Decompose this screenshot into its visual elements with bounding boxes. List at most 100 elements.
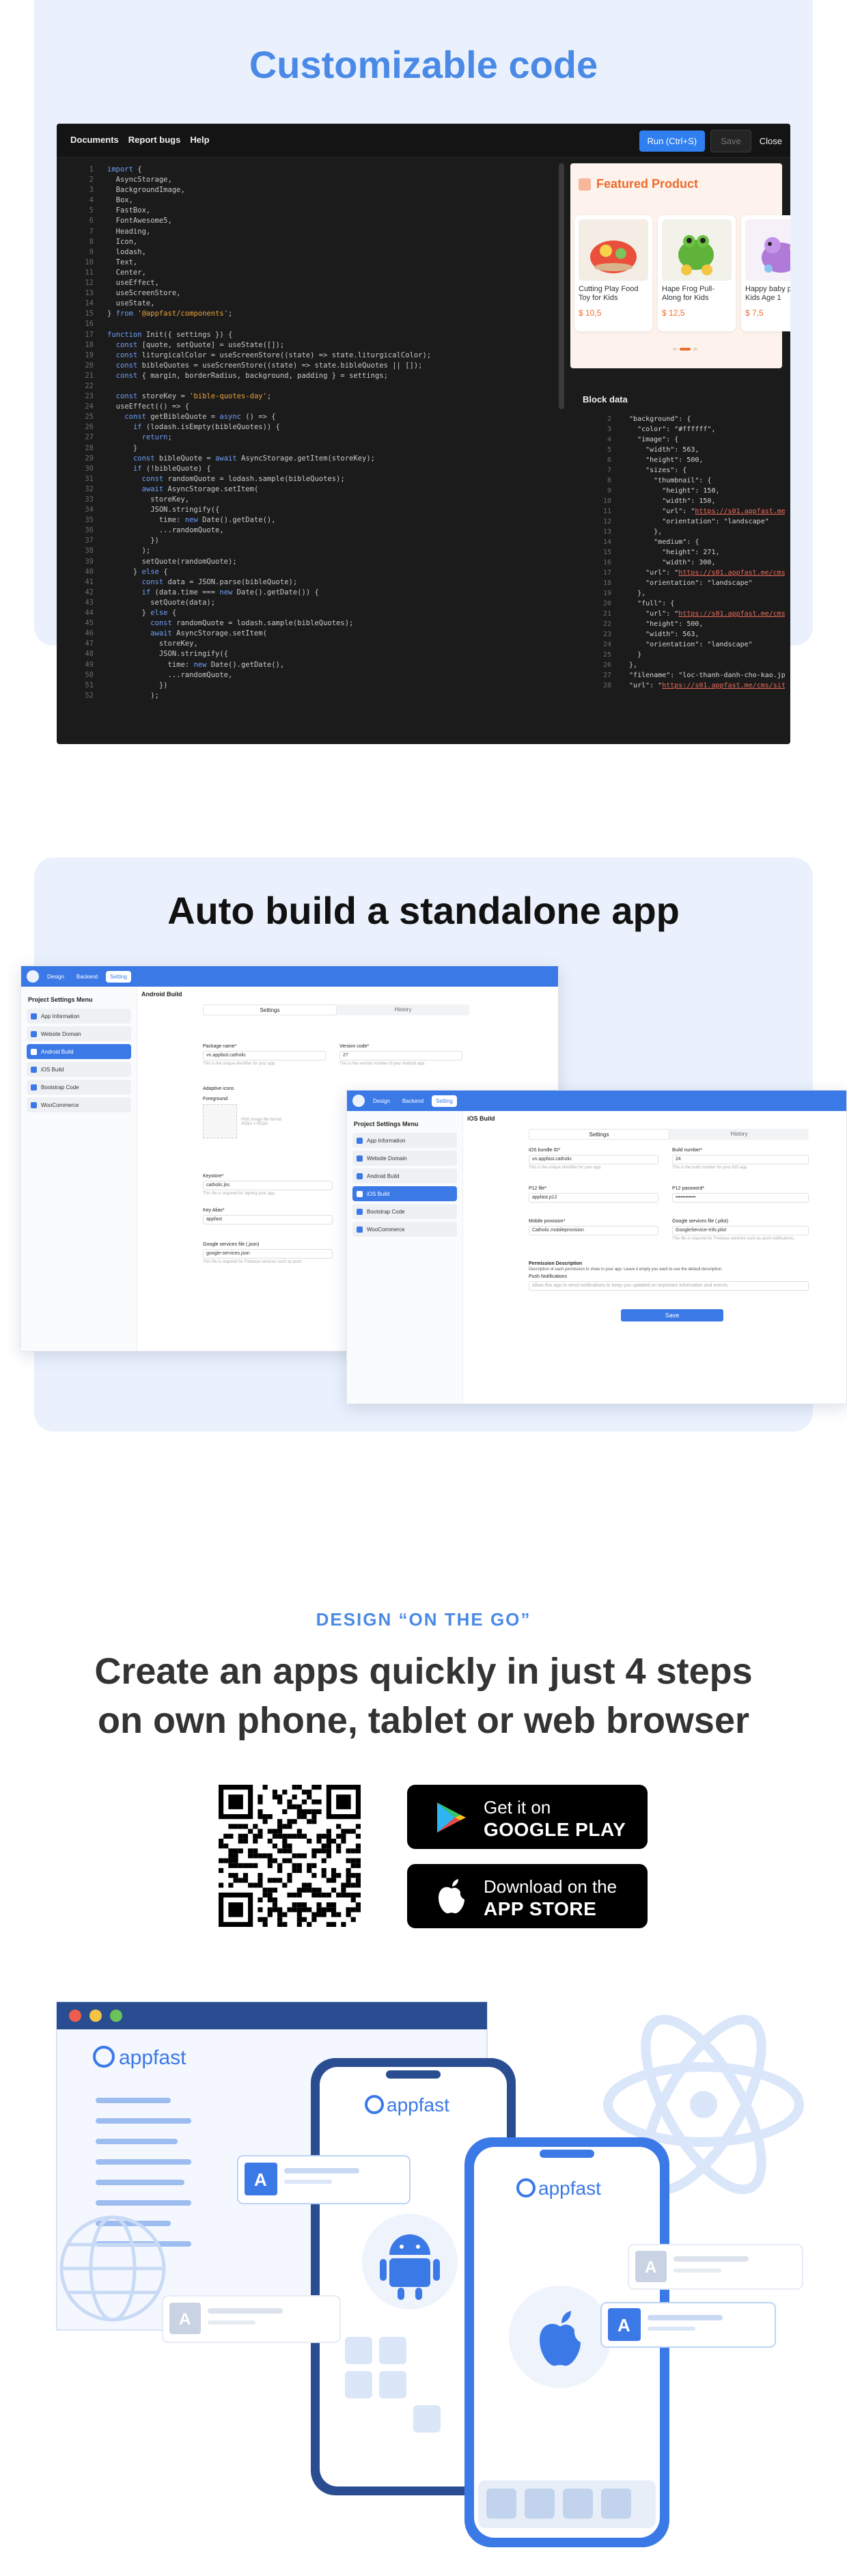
tab-setting[interactable]: Setting bbox=[432, 1095, 457, 1107]
line-number: 10 bbox=[85, 258, 94, 266]
icon-upload-box[interactable] bbox=[203, 1104, 237, 1138]
code-line: JSON.stringify({ bbox=[107, 650, 229, 659]
tab-design[interactable]: Design bbox=[369, 1095, 394, 1107]
sidebar-item-website-domain[interactable]: Website Domain bbox=[352, 1151, 457, 1166]
sidebar-item-woocommerce[interactable]: WooCommerce bbox=[352, 1222, 457, 1237]
close-button[interactable]: Close bbox=[757, 131, 785, 152]
frog-toy-icon bbox=[678, 235, 714, 275]
sidebar-title: Project Settings Menu bbox=[354, 1121, 419, 1127]
line-number: 31 bbox=[85, 474, 94, 483]
json-line: "url": "https://s01.appfast.me/cms/sites… bbox=[621, 569, 785, 577]
line-number: 19 bbox=[602, 590, 611, 597]
key-alias-input[interactable]: appfast bbox=[203, 1215, 333, 1224]
product-price: $ 7,5 bbox=[745, 308, 764, 318]
package-name-input[interactable]: vn.appfast.catholic bbox=[203, 1051, 326, 1060]
sidebar-item-woocommerce[interactable]: WooCommerce bbox=[27, 1097, 131, 1112]
info-icon bbox=[357, 1137, 363, 1144]
section-kicker: DESIGN “ON THE GO” bbox=[316, 1609, 531, 1630]
headline-line-1: Create an apps quickly in just 4 steps bbox=[94, 1651, 753, 1692]
field-label: P12 password* bbox=[672, 1186, 705, 1191]
line-number: 3 bbox=[607, 426, 611, 433]
json-line: "orientation": "landscape" bbox=[621, 641, 753, 648]
code-area[interactable]: import { AsyncStorage, BackgroundImage, … bbox=[107, 165, 558, 701]
line-number: 44 bbox=[85, 609, 94, 618]
line-number: 39 bbox=[85, 557, 94, 566]
line-number: 12 bbox=[602, 518, 611, 525]
tab-settings[interactable]: Settings bbox=[529, 1129, 669, 1140]
block-data-label: Block data bbox=[583, 394, 628, 405]
line-number: 23 bbox=[602, 631, 611, 638]
sidebar-item-ios-build[interactable]: iOS Build bbox=[352, 1186, 457, 1201]
field-hint: This file is required for Firebase servi… bbox=[203, 1260, 302, 1264]
json-line: "sizes": { bbox=[621, 467, 687, 474]
tab-history[interactable]: History bbox=[669, 1129, 809, 1140]
menu-documents[interactable]: Documents bbox=[70, 135, 119, 145]
line-number: 7 bbox=[89, 227, 94, 236]
google-play-button[interactable]: Get it on GOOGLE PLAY bbox=[407, 1785, 648, 1849]
block-data-code[interactable]: "background": { "color": "#ffffff", "ima… bbox=[621, 414, 785, 691]
build-number-input[interactable]: 24 bbox=[672, 1155, 809, 1164]
tab-design[interactable]: Design bbox=[43, 971, 68, 983]
sidebar-item-ios-build[interactable]: iOS Build bbox=[27, 1062, 131, 1077]
svg-text:A: A bbox=[645, 2258, 656, 2277]
version-code-input[interactable]: 27 bbox=[339, 1051, 462, 1060]
sidebar-item-bootstrap-code[interactable]: Bootstrap Code bbox=[27, 1080, 131, 1095]
line-number: 2 bbox=[89, 176, 94, 184]
menu-help[interactable]: Help bbox=[190, 135, 209, 145]
code-line: JSON.stringify({ bbox=[107, 506, 220, 515]
tab-backend[interactable]: Backend bbox=[72, 971, 102, 983]
product-card[interactable]: Hape Frog Pull-Along for Kids $ 12,5 bbox=[658, 215, 736, 331]
mobile-provision-input[interactable]: Catholic.mobileprovision bbox=[529, 1226, 658, 1235]
code-line: const data = JSON.parse(bibleQuote); bbox=[141, 577, 298, 586]
code-line: const bibleQuote = await AsyncStorage.ge… bbox=[133, 454, 375, 463]
tab-history[interactable]: History bbox=[337, 1004, 469, 1015]
line-number: 51 bbox=[85, 681, 94, 689]
code-line: BackgroundImage, bbox=[107, 186, 185, 195]
line-number: 12 bbox=[85, 279, 94, 288]
info-icon bbox=[31, 1013, 37, 1019]
product-card[interactable]: Cutting Play Food Toy for Kids $ 10,5 bbox=[574, 215, 652, 331]
line-number: 4 bbox=[607, 436, 611, 443]
p12-password-input[interactable]: •••••••••••• bbox=[672, 1193, 809, 1203]
bundle-id-input[interactable]: vn.appfast.catholic bbox=[529, 1155, 658, 1164]
code-line: if (lodash.isEmpty(bibleQuotes)) { bbox=[133, 423, 280, 432]
page: Customizable code Documents Report bugs … bbox=[0, 0, 847, 2576]
appfast-logo-icon bbox=[352, 1095, 365, 1107]
apple-icon bbox=[31, 1066, 37, 1073]
appfast-logo-icon bbox=[27, 970, 39, 983]
sidebar-item-android-build[interactable]: Android Build bbox=[27, 1044, 131, 1059]
p12-file-input[interactable]: appfast.p12 bbox=[529, 1193, 658, 1203]
carousel-dots[interactable] bbox=[673, 348, 697, 351]
keystore-input[interactable]: catholic.jks bbox=[203, 1181, 333, 1190]
line-number: 24 bbox=[602, 641, 611, 648]
save-button[interactable]: Save bbox=[621, 1309, 723, 1321]
push-notifications-input[interactable]: Allow this app to send notifications to … bbox=[529, 1281, 809, 1291]
google-services-input[interactable]: GoogleService-Info.plist bbox=[672, 1226, 809, 1235]
section-headline: Create an apps quickly in just 4 steps o… bbox=[0, 1647, 847, 1745]
tab-settings[interactable]: Settings bbox=[203, 1004, 337, 1015]
save-button[interactable]: Save bbox=[710, 130, 751, 152]
app-store-button[interactable]: Download on the APP STORE bbox=[407, 1864, 648, 1928]
sidebar-item-app-information[interactable]: App Information bbox=[352, 1133, 457, 1148]
product-card[interactable]: Happy baby pet for Kids Age 1 $ 7,5 bbox=[741, 215, 790, 331]
line-number: 13 bbox=[602, 528, 611, 536]
tab-setting[interactable]: Setting bbox=[106, 970, 131, 983]
run-button[interactable]: Run (Ctrl+S) bbox=[639, 131, 706, 152]
google-services-plist-field: Google services file (.plist) GoogleServ… bbox=[672, 1219, 809, 1241]
code-scrollbar[interactable] bbox=[559, 163, 564, 409]
sidebar-item-android-build[interactable]: Android Build bbox=[352, 1168, 457, 1183]
code-line: const randomQuote = lodash.sample(bibleQ… bbox=[141, 474, 345, 483]
google-services-input[interactable]: google-services.json bbox=[203, 1249, 333, 1259]
tab-backend[interactable]: Backend bbox=[398, 1095, 428, 1107]
field-hint: This is the unique identifier for your a… bbox=[203, 1062, 276, 1066]
sidebar-item-bootstrap-code[interactable]: Bootstrap Code bbox=[352, 1204, 457, 1219]
menu-report-bugs[interactable]: Report bugs bbox=[128, 135, 181, 145]
qr-code[interactable] bbox=[219, 1785, 361, 1927]
sidebar-item-website-domain[interactable]: Website Domain bbox=[27, 1026, 131, 1041]
sidebar-item-label: iOS Build bbox=[41, 1066, 64, 1073]
json-line: "url": "https://s01.appfast.me/cms/sites… bbox=[621, 610, 785, 618]
product-price: $ 10,5 bbox=[579, 308, 602, 318]
code-line: Heading, bbox=[107, 227, 151, 236]
sidebar-item-app-information[interactable]: App Information bbox=[27, 1009, 131, 1024]
